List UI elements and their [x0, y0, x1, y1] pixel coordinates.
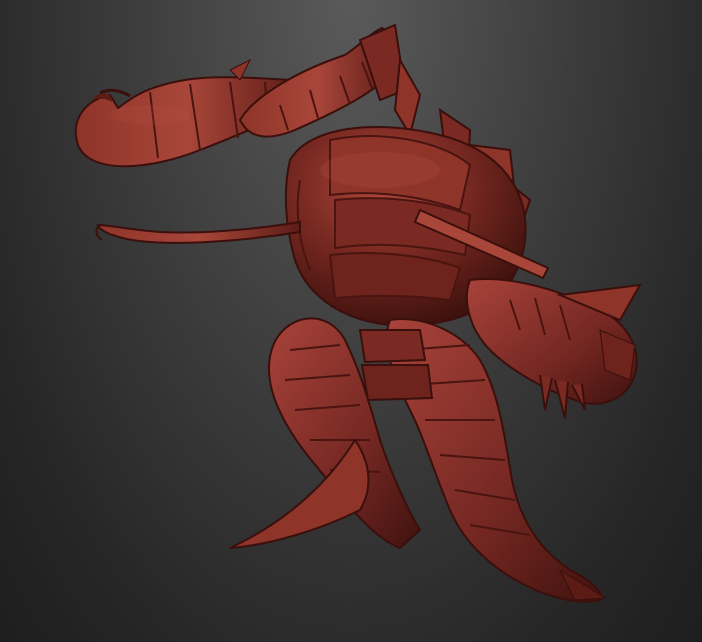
- whip-arm: [95, 220, 301, 244]
- leg-blade: [229, 438, 370, 549]
- horn-highlight: [110, 105, 190, 125]
- creature-sculpt-model: [74, 23, 642, 603]
- sculpt-viewport[interactable]: [0, 0, 702, 642]
- torso-highlight: [320, 152, 440, 188]
- belly-plates: [358, 329, 434, 402]
